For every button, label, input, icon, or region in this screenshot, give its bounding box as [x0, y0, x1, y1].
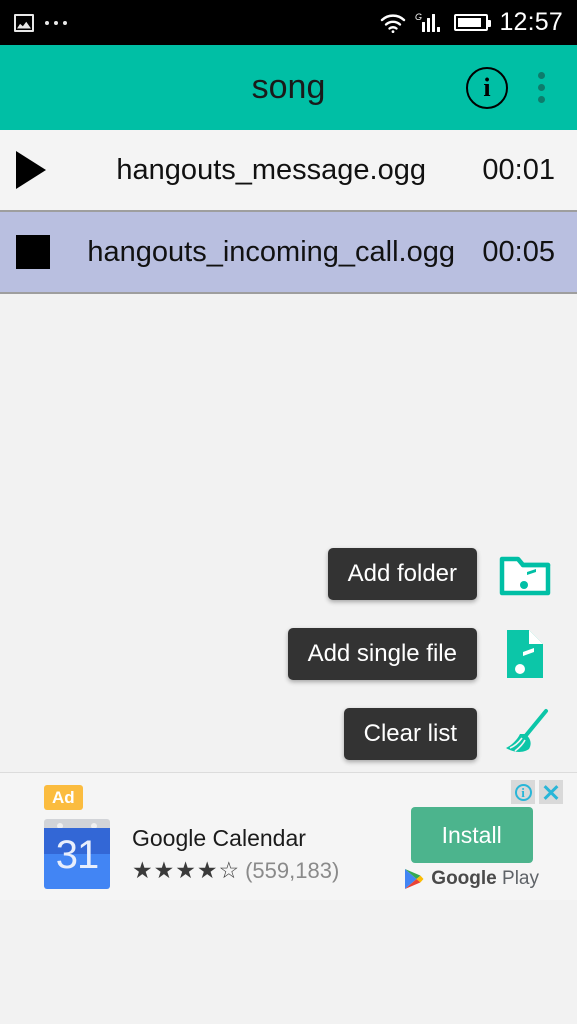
ad-rating: ★★★★☆ (559,183) [132, 858, 339, 884]
status-bar-clock: 12:57 [499, 8, 563, 36]
signal-bars-icon: G [414, 11, 446, 32]
track-duration: 00:01 [482, 153, 555, 186]
track-name: hangouts_incoming_call.ogg [87, 235, 456, 268]
ad-cta-block: Install Google Play [404, 807, 539, 890]
ad-controls: i [511, 780, 563, 804]
ad-rating-count: (559,183) [245, 857, 340, 883]
google-play-icon [405, 869, 424, 889]
speed-dial-item-add-single-file[interactable]: Add single file [287, 626, 553, 682]
add-folder-label[interactable]: Add folder [327, 548, 477, 600]
playlist: hangouts_message.ogg 00:01 hangouts_inco… [0, 130, 577, 294]
network-type-label: G [414, 11, 422, 22]
status-bar-system: G 12:57 [380, 8, 563, 37]
speed-dial-item-clear-list[interactable]: Clear list [343, 706, 553, 762]
ad-text-block: Google Calendar ★★★★☆ (559,183) [132, 825, 339, 884]
ad-badge: Ad [44, 785, 83, 811]
add-single-file-label[interactable]: Add single file [287, 628, 477, 680]
status-bar: G 12:57 [0, 0, 577, 45]
stop-icon[interactable] [16, 235, 74, 269]
track-name: hangouts_message.ogg [116, 153, 426, 186]
phone-screen: G 12:57 song i hangouts_message.ogg 00:0… [0, 0, 577, 1024]
file-music-icon[interactable] [497, 626, 553, 682]
play-icon[interactable] [16, 151, 74, 189]
content-area: Add folder Add single file Clear list Ad… [0, 294, 577, 900]
battery-icon [454, 14, 492, 31]
google-play-branding: Google Play [404, 868, 539, 890]
speed-dial-item-add-folder[interactable]: Add folder [327, 546, 553, 602]
ad-banner: Ad i 31 Google Calendar ★★★★☆ (559,183) … [0, 772, 577, 900]
app-bar: song i [0, 45, 577, 130]
more-dots-icon [45, 20, 67, 25]
ad-info-icon[interactable]: i [511, 780, 535, 804]
install-button[interactable]: Install [410, 807, 533, 863]
overflow-menu-icon[interactable] [530, 66, 553, 109]
screenshot-icon [14, 13, 34, 32]
google-calendar-icon: 31 [44, 819, 110, 889]
folder-music-icon[interactable] [497, 546, 553, 602]
clear-list-label[interactable]: Clear list [343, 708, 477, 760]
google-play-label: Google Play [431, 868, 539, 889]
table-row[interactable]: hangouts_message.ogg 00:01 [0, 130, 577, 212]
wifi-icon [380, 13, 406, 33]
ad-close-icon[interactable] [539, 780, 563, 804]
star-rating-icon: ★★★★☆ [132, 857, 241, 883]
track-duration: 00:05 [482, 235, 555, 268]
broom-icon[interactable] [497, 706, 553, 762]
ad-app-title: Google Calendar [132, 824, 306, 851]
table-row[interactable]: hangouts_incoming_call.ogg 00:05 [0, 212, 577, 294]
status-bar-notifications [14, 13, 67, 32]
info-circle-icon[interactable]: i [466, 66, 508, 109]
ad-content[interactable]: 31 Google Calendar ★★★★☆ (559,183) [44, 819, 339, 889]
calendar-day-number: 31 [55, 833, 100, 877]
app-bar-actions: i [466, 66, 577, 109]
speed-dial-menu: Add folder Add single file Clear list [287, 546, 553, 762]
